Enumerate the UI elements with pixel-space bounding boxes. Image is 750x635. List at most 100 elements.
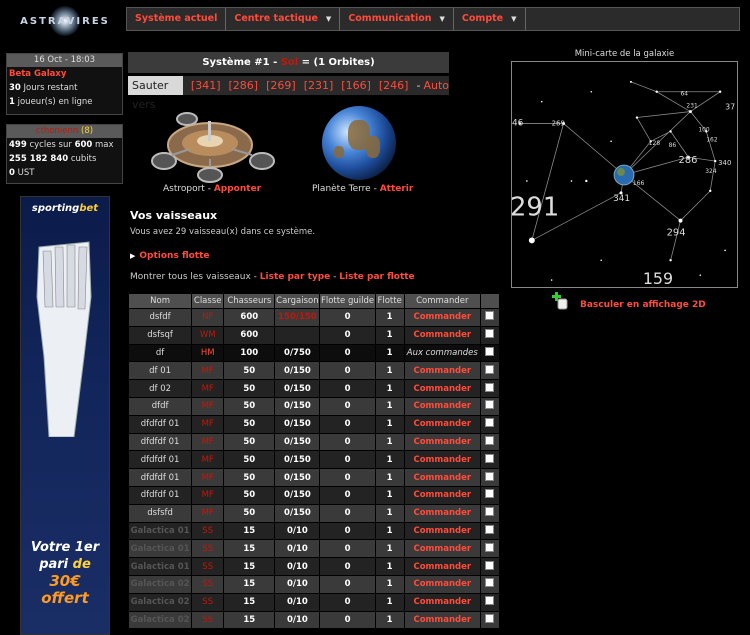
minimap-label-166: 166 [633,180,645,187]
jump-link-286[interactable]: [286] [229,79,259,92]
ship-class: MF [192,362,224,380]
ship-fighters: 15 [224,593,275,611]
ship-name: dfdfdf 01 [129,451,192,469]
land-link[interactable]: Atterir [380,184,414,194]
ship-select-checkbox[interactable] [485,435,495,445]
command-button[interactable]: Commander [404,415,480,433]
minimap-label-100: 100 [698,126,710,133]
ship-cargo: 0/10 [275,593,320,611]
command-button[interactable]: Commander [404,575,480,593]
command-button[interactable]: Commander [404,540,480,558]
galaxy-minimap[interactable]: 291 159 294 341 286 166 269 46 100 231 3… [511,61,738,288]
list-by-type-link[interactable]: Liste par type [260,272,331,282]
ship-select-checkbox[interactable] [485,418,495,428]
col-name[interactable]: Nom [129,294,192,308]
command-button[interactable]: Commander [404,309,480,326]
fleet-options-toggle[interactable]: ▶ Options flotte [130,251,210,261]
ship-select-checkbox[interactable] [485,346,495,356]
ship-cargo: 0/10 [275,611,320,629]
command-button[interactable]: Commander [404,504,480,522]
ship-select-checkbox[interactable] [485,364,495,374]
command-button[interactable]: Commander [404,362,480,380]
account-header[interactable]: cthonienn (8) [7,125,122,138]
table-row: dfdfdf 01 MF 50 0/150 0 1 Commander [129,469,499,486]
ship-select-checkbox[interactable] [485,329,495,339]
jump-link-246[interactable]: [246] [379,79,409,92]
command-button[interactable]: Commander [404,611,480,629]
ship-select-checkbox[interactable] [485,613,495,623]
toggle-2d-view[interactable]: Basculer en affichage 2D [550,290,730,310]
ship-select-checkbox[interactable] [485,578,495,588]
ship-select-checkbox[interactable] [485,453,495,463]
ship-name: dsfsqf [129,326,192,344]
status-panel: 16 Oct - 18:03 Beta Galaxy 30 Jours rest… [6,53,123,115]
ship-select-cell [480,344,499,362]
col-cargo[interactable]: Cargaison [275,294,320,308]
nav-current-system[interactable]: Système actuel [127,8,227,30]
command-button[interactable]: Commander [404,380,480,397]
command-button[interactable]: Commander [404,469,480,486]
game-logo[interactable]: ASTRAVIRES [6,6,124,36]
ship-fighters: 50 [224,397,275,415]
col-fleet[interactable]: Flotte [375,294,404,308]
ship-select-checkbox[interactable] [485,471,495,481]
ship-select-checkbox[interactable] [485,489,495,499]
col-class[interactable]: Classe [192,294,224,308]
command-button[interactable]: Commander [404,593,480,611]
nav-communication[interactable]: Communication ▼ [340,8,454,30]
fleet-count: Vous avez 29 vaisseau(x) dans ce système… [130,227,316,237]
ship-class: NF [192,309,224,326]
table-header-row: Nom Classe Chasseurs Cargaison Flotte gu… [129,294,499,308]
command-button[interactable]: Commander [404,397,480,415]
ship-name: Galactica 02 [129,575,192,593]
ship-fleet: 1 [375,558,404,575]
command-button[interactable]: Commander [404,522,480,540]
ad-banner[interactable]: sportingbet Votre 1er pari de 30€ offert [20,196,110,635]
ship-select-checkbox[interactable] [485,400,495,410]
nav-account[interactable]: Compte ▼ [454,8,526,30]
list-by-fleet-link[interactable]: Liste par flotte [339,272,414,282]
minimap-label-37: 37 [725,103,735,112]
ship-select-cell [480,504,499,522]
nav-tactical-center[interactable]: Centre tactique ▼ [226,8,341,30]
dock-link[interactable]: Apponter [214,184,261,194]
planet-earth-icon[interactable] [322,106,396,180]
ship-select-checkbox[interactable] [485,560,495,570]
jump-link-341[interactable]: [341] [191,79,221,92]
ship-class: MF [192,397,224,415]
ship-name: dfdfdf 01 [129,469,192,486]
command-button[interactable]: Commander [404,326,480,344]
ship-select-cell [480,575,499,593]
command-button[interactable]: Commander [404,433,480,451]
jump-link-166[interactable]: [166] [341,79,371,92]
ship-guild-fleet: 0 [320,558,375,575]
ship-select-cell [480,326,499,344]
ship-class: SS [192,575,224,593]
ship-select-checkbox[interactable] [485,311,495,321]
command-button[interactable]: Commander [404,486,480,504]
col-guild-fleet[interactable]: Flotte guilde [320,294,375,308]
command-button[interactable]: Commander [404,451,480,469]
table-row: dsfsqf WM 600 0 1 Commander [129,326,499,344]
ship-select-checkbox[interactable] [485,524,495,534]
ship-guild-fleet: 0 [320,397,375,415]
ship-select-checkbox[interactable] [485,596,495,606]
ship-class: SS [192,540,224,558]
jump-auto[interactable]: Auto [423,79,449,92]
ship-select-checkbox[interactable] [485,382,495,392]
jump-link-269[interactable]: [269] [266,79,296,92]
col-fighters[interactable]: Chasseurs [224,294,275,308]
command-button[interactable]: Commander [404,558,480,575]
ship-cargo: 150/150 [275,309,320,326]
cubits-info: 255 182 840 cubits [9,154,97,164]
ship-select-checkbox[interactable] [485,507,495,517]
ship-cargo: 0/10 [275,522,320,540]
astroport-station-icon[interactable] [132,103,282,183]
ship-fleet: 1 [375,380,404,397]
galaxy-name[interactable]: Beta Galaxy [7,67,122,81]
ship-select-checkbox[interactable] [485,542,495,552]
goalkeeper-glove-icon [36,241,92,437]
jump-link-231[interactable]: [231] [304,79,334,92]
ship-cargo: 0/150 [275,451,320,469]
ship-cargo: 0/150 [275,362,320,380]
